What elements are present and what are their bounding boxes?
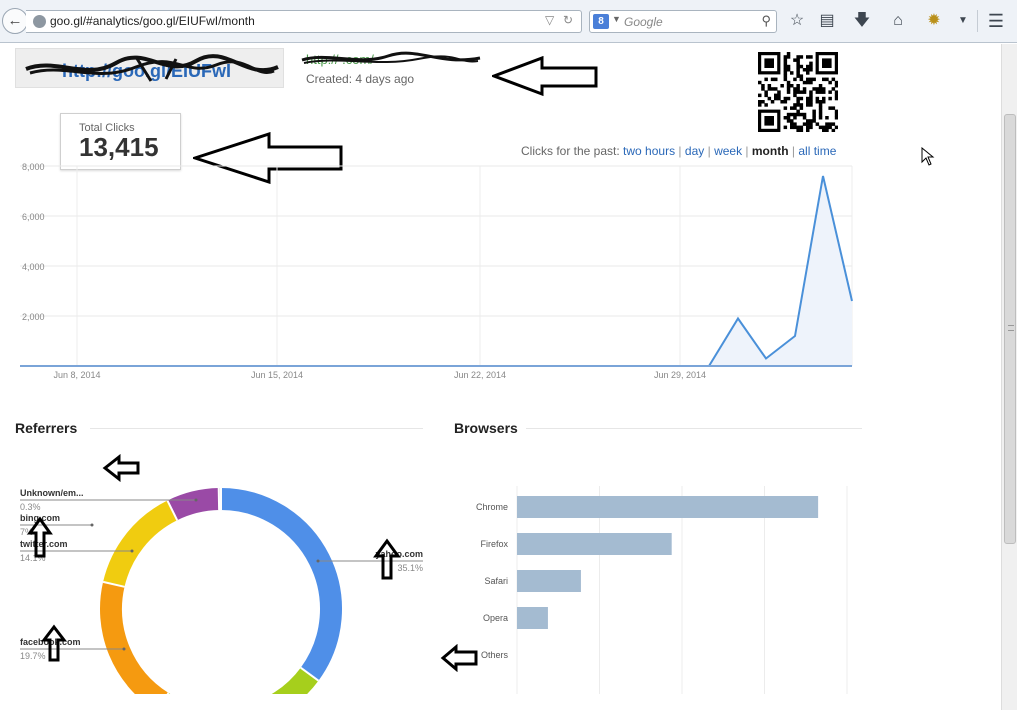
x-tick-label: Jun 22, 2014 bbox=[454, 370, 506, 380]
bar-category-label: Opera bbox=[483, 613, 508, 623]
annotation-arrow-up bbox=[373, 538, 401, 580]
referrers-divider bbox=[90, 428, 423, 429]
annotation-arrow-left bbox=[492, 56, 598, 97]
mouse-cursor-icon bbox=[921, 147, 935, 166]
donut-slice bbox=[103, 500, 178, 588]
time-range-selector: Clicks for the past: two hours | day | w… bbox=[521, 144, 837, 158]
slice-percent: 35.1% bbox=[397, 563, 423, 573]
short-url-box: http://goo.gl/EIUFwI bbox=[15, 48, 284, 88]
x-tick-label: Jun 8, 2014 bbox=[53, 370, 100, 380]
leader-dot bbox=[122, 647, 126, 651]
browser-bar bbox=[517, 607, 548, 629]
range-day[interactable]: day bbox=[685, 144, 704, 158]
long-url-redaction bbox=[301, 51, 481, 64]
slice-percent: 0.3% bbox=[20, 502, 41, 512]
reload-icon[interactable]: ↻ bbox=[563, 13, 573, 27]
created-date: Created: 4 days ago bbox=[306, 72, 415, 86]
y-tick-label: 2,000 bbox=[22, 312, 45, 322]
range-month[interactable]: month bbox=[752, 144, 789, 158]
slice-label: Unknown/em... bbox=[20, 488, 84, 498]
range-all-time[interactable]: all time bbox=[798, 144, 836, 158]
browser-bar bbox=[517, 533, 672, 555]
leader-dot bbox=[130, 549, 134, 553]
toolbar-separator bbox=[977, 10, 978, 32]
scrollbar-grip-icon bbox=[1008, 325, 1014, 331]
annotation-arrow-left bbox=[440, 644, 478, 672]
leader-dot bbox=[90, 523, 94, 527]
search-input[interactable]: Google bbox=[624, 15, 663, 29]
y-tick-label: 8,000 bbox=[22, 162, 45, 172]
browser-bar bbox=[517, 570, 581, 592]
annotation-arrow-left bbox=[102, 454, 140, 482]
addon-icon[interactable]: ✹ bbox=[923, 10, 945, 32]
dropdown-arrow-icon[interactable]: ▽ bbox=[545, 13, 554, 27]
bar-category-label: Safari bbox=[484, 576, 508, 586]
menu-icon[interactable]: ☰ bbox=[985, 10, 1007, 32]
magnifier-icon[interactable]: ⚲ bbox=[761, 13, 771, 29]
donut-slice bbox=[100, 581, 169, 694]
donut-slice bbox=[167, 667, 319, 694]
scrollbar-thumb[interactable] bbox=[1004, 114, 1016, 544]
donut-slice bbox=[220, 488, 342, 681]
leader-dot bbox=[316, 559, 320, 563]
globe-icon bbox=[33, 15, 46, 28]
address-text[interactable]: goo.gl/#analytics/goo.gl/EIUFwI/month bbox=[50, 14, 255, 28]
y-tick-label: 4,000 bbox=[22, 262, 45, 272]
range-two-hours[interactable]: two hours bbox=[623, 144, 675, 158]
search-engine-dropdown-icon[interactable]: ▼ bbox=[612, 14, 621, 24]
home-icon[interactable]: ⌂ bbox=[887, 10, 909, 32]
bar-category-label: Chrome bbox=[476, 502, 508, 512]
star-icon[interactable]: ☆ bbox=[786, 10, 808, 32]
x-tick-label: Jun 15, 2014 bbox=[251, 370, 303, 380]
browser-bar bbox=[517, 496, 819, 518]
clicks-line-chart: 8,000 6,000 4,000 2,000 Jun 8, 2014 Jun 15, 2… bbox=[20, 162, 853, 380]
redaction-scribble bbox=[25, 54, 279, 82]
annotation-arrow-up bbox=[27, 516, 53, 558]
analytics-page: http://goo.gl/EIUFwI http:// .com/ Creat… bbox=[0, 44, 1001, 710]
browsers-bar-chart: 02,0004,0006,0008,000ChromeFirefoxSafari… bbox=[476, 486, 848, 694]
annotation-arrow-up bbox=[41, 624, 67, 662]
leader-dot bbox=[194, 498, 198, 502]
reading-list-icon[interactable]: ▤ bbox=[816, 10, 838, 32]
range-week[interactable]: week bbox=[714, 144, 742, 158]
bar-category-label: Others bbox=[481, 650, 509, 660]
back-arrow-icon[interactable]: ← bbox=[2, 8, 28, 34]
browser-toolbar: ← goo.gl/#analytics/goo.gl/EIUFwI/month … bbox=[0, 0, 1017, 43]
search-bar[interactable]: 8 ▼ Google ⚲ bbox=[589, 10, 777, 33]
y-tick-label: 6,000 bbox=[22, 212, 45, 222]
range-prefix: Clicks for the past: bbox=[521, 144, 620, 158]
address-bar[interactable]: goo.gl/#analytics/goo.gl/EIUFwI/month ▽ … bbox=[26, 10, 582, 33]
qr-code[interactable] bbox=[758, 52, 838, 132]
total-clicks-value: 13,415 bbox=[79, 132, 159, 162]
x-tick-label: Jun 29, 2014 bbox=[654, 370, 706, 380]
browsers-divider bbox=[526, 428, 862, 429]
download-icon[interactable]: 🡇 bbox=[851, 10, 873, 32]
search-engine-icon[interactable]: 8 bbox=[593, 14, 609, 29]
bar-category-label: Firefox bbox=[480, 539, 508, 549]
addon-dropdown-icon[interactable]: ▼ bbox=[952, 10, 974, 32]
vertical-scrollbar[interactable] bbox=[1001, 44, 1017, 710]
clicks-line bbox=[20, 175, 853, 367]
